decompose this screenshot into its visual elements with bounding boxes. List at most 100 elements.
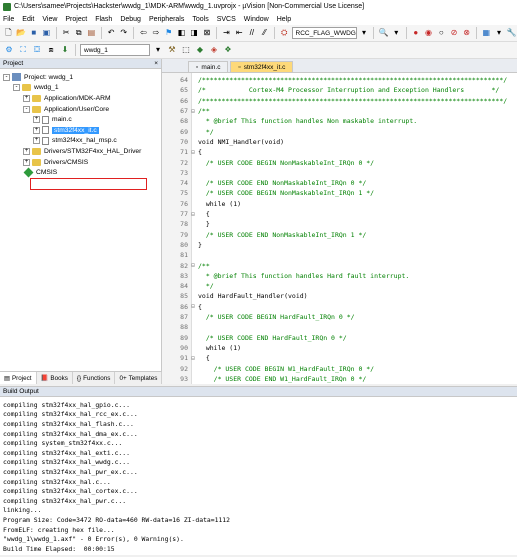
expand-icon[interactable]: +: [23, 147, 30, 155]
download-icon[interactable]: ⬇: [59, 44, 71, 56]
tree-item-group[interactable]: + Application/MDK-ARM: [0, 93, 161, 104]
fold-marker-icon[interactable]: ⊟: [188, 262, 198, 269]
open-file-icon[interactable]: 📂: [16, 27, 27, 39]
tree-item-target[interactable]: - wwdg_1: [0, 83, 161, 94]
menu-tools[interactable]: Tools: [192, 16, 208, 23]
build-output-text[interactable]: compiling stm32f4xx_hal_gpio.c... compili…: [0, 397, 517, 557]
build-icon[interactable]: ⛶: [17, 44, 29, 56]
indent-icon[interactable]: ⇥: [221, 27, 232, 39]
code-line[interactable]: 75 /* USER CODE BEGIN NonMaskableInt_IRQ…: [162, 188, 517, 198]
menu-window[interactable]: Window: [244, 16, 269, 23]
expand-icon[interactable]: +: [33, 116, 40, 124]
nav-forward-icon[interactable]: ⇨: [151, 27, 162, 39]
collapse-icon[interactable]: -: [23, 105, 30, 113]
fold-marker-icon[interactable]: ⊟: [188, 211, 198, 218]
code-line[interactable]: 70 void NMI_Handler(void): [162, 137, 517, 147]
tree-item-file[interactable]: + main.c: [0, 114, 161, 125]
code-line[interactable]: 78 }: [162, 219, 517, 229]
code-line[interactable]: 74 /* USER CODE END NonMaskableInt_IRQn …: [162, 178, 517, 188]
find-dropdown-icon[interactable]: ▾: [359, 27, 370, 39]
code-line[interactable]: 87 /* USER CODE BEGIN HardFault_IRQn 0 *…: [162, 312, 517, 322]
code-line[interactable]: 90 while (1): [162, 343, 517, 353]
paste-icon[interactable]: ▤: [86, 27, 97, 39]
target-options-icon[interactable]: ⚒: [166, 44, 178, 56]
nav-back-icon[interactable]: ⇦: [138, 27, 149, 39]
code-line[interactable]: 92 /* USER CODE BEGIN W1_HardFault_IRQn …: [162, 363, 517, 373]
code-line[interactable]: 69 */: [162, 127, 517, 137]
target-select[interactable]: wwdg_1: [80, 44, 150, 56]
tree-item-group[interactable]: - Application/User/Core: [0, 104, 161, 115]
code-line[interactable]: 77 ⊟ {: [162, 209, 517, 219]
unindent-icon[interactable]: ⇤: [234, 27, 245, 39]
code-line[interactable]: 65 /* Cortex-M4 Processor Interruption an…: [162, 85, 517, 95]
bookmark-icon[interactable]: ⚑: [163, 27, 174, 39]
collapse-icon[interactable]: -: [3, 73, 10, 81]
tree-item-group[interactable]: + Drivers/CMSIS: [0, 157, 161, 168]
code-line[interactable]: 76 while (1): [162, 199, 517, 209]
fold-marker-icon[interactable]: ⊟: [188, 355, 198, 362]
expand-icon[interactable]: +: [33, 137, 40, 145]
code-line[interactable]: 72 /* USER CODE BEGIN NonMaskableInt_IRQ…: [162, 157, 517, 167]
code-line[interactable]: 83 * @brief This function handles Hard f…: [162, 271, 517, 281]
fold-marker-icon[interactable]: ⊟: [188, 303, 198, 310]
select-packs-icon[interactable]: ❖: [222, 44, 234, 56]
find-in-files-icon[interactable]: 🔍: [378, 27, 389, 39]
batch-build-icon[interactable]: ⧈: [45, 44, 57, 56]
target-icon[interactable]: ⛭: [279, 27, 290, 39]
tree-item-group[interactable]: + Drivers/STM32F4xx_HAL_Driver: [0, 146, 161, 157]
tab-templates[interactable]: 0+ Templates: [115, 372, 163, 384]
menu-project[interactable]: Project: [65, 16, 87, 23]
uncomment-icon[interactable]: ⁄⁄: [259, 27, 270, 39]
kill-all-breakpoints-icon[interactable]: ⊗: [461, 27, 472, 39]
disable-breakpoint-icon[interactable]: ○: [436, 27, 447, 39]
code-line[interactable]: 64 /*************************************…: [162, 75, 517, 85]
tab-main-c[interactable]: ▫ main.c: [188, 61, 229, 72]
code-line[interactable]: 80}: [162, 240, 517, 250]
breakpoint-icon[interactable]: ◉: [423, 27, 434, 39]
code-line[interactable]: 84 */: [162, 281, 517, 291]
incremental-find-icon[interactable]: ▾: [391, 27, 402, 39]
save-icon[interactable]: ■: [28, 27, 39, 39]
code-line[interactable]: 93 /* USER CODE END W1_HardFault_IRQn 0 …: [162, 374, 517, 384]
tree-item-file[interactable]: + stm32f4xx_hal_msp.c: [0, 136, 161, 147]
tree-item-project-root[interactable]: - Project: wwdg_1: [0, 72, 161, 83]
menu-edit[interactable]: Edit: [22, 16, 34, 23]
code-line[interactable]: 79 /* USER CODE END NonMaskableInt_IRQn …: [162, 230, 517, 240]
code-line[interactable]: 82 ⊟/**: [162, 260, 517, 270]
code-area[interactable]: 64 /*************************************…: [162, 73, 517, 384]
code-line[interactable]: 81: [162, 250, 517, 260]
menu-file[interactable]: File: [3, 16, 14, 23]
configure-icon[interactable]: 🔧: [506, 27, 517, 39]
code-line[interactable]: 68 * @brief This function handles Non ma…: [162, 116, 517, 126]
close-panel-icon[interactable]: ×: [154, 60, 158, 67]
tab-books[interactable]: 📕 Books: [37, 372, 73, 384]
menu-help[interactable]: Help: [277, 16, 291, 23]
code-line[interactable]: 88: [162, 322, 517, 332]
manage-components-icon[interactable]: ◆: [194, 44, 206, 56]
tab-stm32f4xx-it-c[interactable]: ▫ stm32f4xx_it.c: [230, 61, 294, 72]
file-extensions-icon[interactable]: ⬚: [180, 44, 192, 56]
prev-bookmark-icon[interactable]: ◧: [176, 27, 187, 39]
expand-icon[interactable]: +: [23, 158, 30, 166]
code-line[interactable]: 89 /* USER CODE END HardFault_IRQn 0 */: [162, 333, 517, 343]
rebuild-icon[interactable]: ⛋: [31, 44, 43, 56]
undo-icon[interactable]: ↶: [106, 27, 117, 39]
tab-functions[interactable]: {} Functions: [73, 372, 116, 384]
save-all-icon[interactable]: ▣: [41, 27, 52, 39]
layout-dropdown-icon[interactable]: ▾: [494, 27, 505, 39]
menu-debug[interactable]: Debug: [120, 16, 141, 23]
fold-marker-icon[interactable]: ⊟: [188, 108, 198, 115]
target-dropdown-icon[interactable]: ▾: [152, 44, 164, 56]
tree-item-file-selected[interactable]: + stm32f4xx_it.c: [0, 125, 161, 136]
code-line[interactable]: 86 ⊟{: [162, 302, 517, 312]
tree-item-component[interactable]: CMSIS: [0, 167, 161, 178]
tab-project[interactable]: ▤ Project: [0, 372, 37, 384]
copy-icon[interactable]: ⧉: [73, 27, 84, 39]
code-line[interactable]: 67 ⊟/**: [162, 106, 517, 116]
window-layout-icon[interactable]: ▦: [481, 27, 492, 39]
new-file-icon[interactable]: 🗋: [3, 27, 14, 39]
code-line[interactable]: 85 void HardFault_Handler(void): [162, 291, 517, 301]
clear-bookmarks-icon[interactable]: ⊠: [202, 27, 213, 39]
menu-svcs[interactable]: SVCS: [217, 16, 236, 23]
expand-icon[interactable]: +: [33, 126, 40, 134]
